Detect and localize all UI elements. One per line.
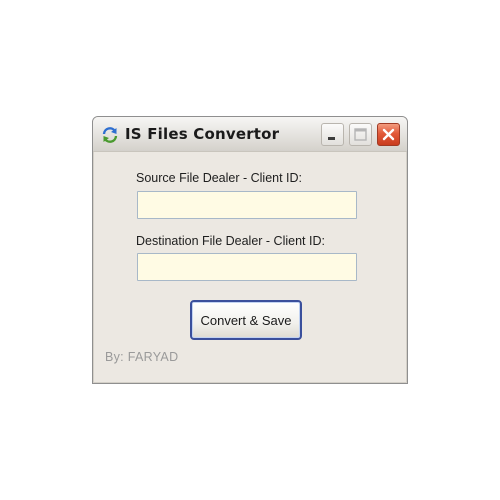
maximize-button[interactable] [349,123,372,146]
title-bar[interactable]: IS Files Convertor [93,117,407,152]
close-button[interactable] [377,123,400,146]
author-credit: By: FARYAD [105,350,179,364]
destination-client-id-label: Destination File Dealer - Client ID: [136,234,325,248]
destination-client-id-input[interactable] [137,253,357,281]
refresh-arrows-icon [101,126,119,144]
source-client-id-label: Source File Dealer - Client ID: [136,171,303,185]
convert-save-button[interactable]: Convert & Save [190,300,302,340]
minimize-button[interactable] [321,123,344,146]
source-client-id-input[interactable] [137,191,357,219]
app-window: IS Files Convertor Source File Dealer - … [92,116,408,384]
window-title: IS Files Convertor [125,125,280,143]
